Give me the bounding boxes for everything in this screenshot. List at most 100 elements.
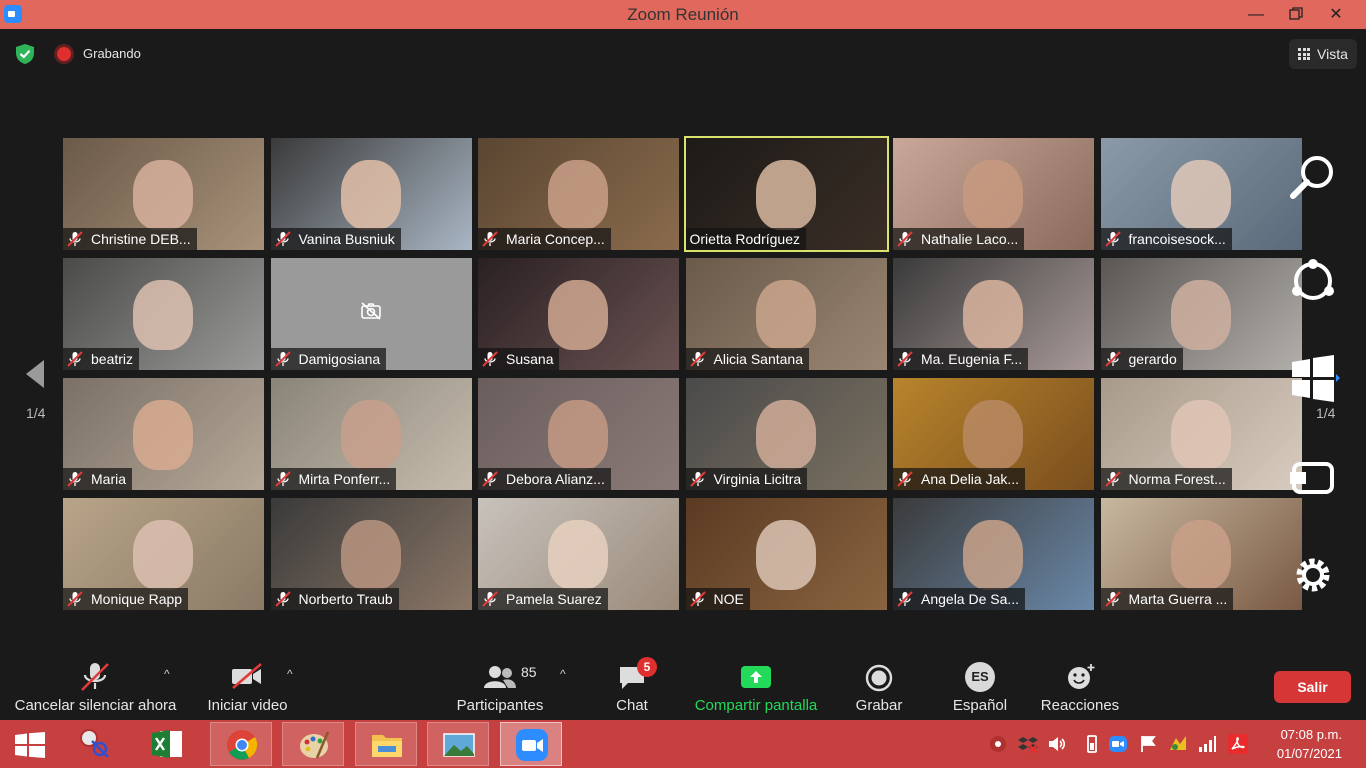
- taskbar-chrome-app[interactable]: [210, 722, 272, 766]
- participant-face: [133, 160, 193, 230]
- taskbar-clock[interactable]: 07:08 p.m. 01/07/2021: [1262, 725, 1342, 763]
- video-options-caret-icon[interactable]: ^: [287, 667, 293, 681]
- taskbar-photos-app[interactable]: [427, 722, 489, 766]
- network-utility-tray-icon[interactable]: [1168, 734, 1188, 754]
- close-window-button[interactable]: ✕: [1316, 0, 1356, 29]
- participant-name-bar: NOE: [685, 588, 750, 610]
- participant-video-tile[interactable]: Ana Delia Jak...: [893, 378, 1094, 490]
- maximize-button[interactable]: [1276, 0, 1316, 29]
- participant-name-bar: Mirta Ponferr...: [270, 468, 397, 490]
- signal-strength-icon[interactable]: [1197, 734, 1217, 754]
- grid-icon: [1298, 48, 1310, 60]
- muted-microphone-icon: [67, 351, 83, 367]
- previous-page-arrow-icon[interactable]: [24, 358, 46, 390]
- unmute-button[interactable]: Cancelar silenciar ahora: [8, 655, 183, 720]
- participant-video-tile[interactable]: Virginia Licitra: [685, 378, 887, 490]
- participant-video-tile[interactable]: Debora Alianz...: [478, 378, 679, 490]
- participant-video-tile[interactable]: Maria: [63, 378, 264, 490]
- participant-video-tile[interactable]: Ma. Eugenia F...: [893, 258, 1094, 370]
- participant-name: Damigosiana: [298, 351, 381, 367]
- window-title: Zoom Reunión: [627, 5, 739, 24]
- taskbar-zoom-app[interactable]: [500, 722, 562, 766]
- dropbox-tray-icon[interactable]: [1018, 734, 1038, 754]
- muted-microphone-icon: [482, 351, 498, 367]
- language-code: ES: [965, 662, 995, 692]
- participant-video-tile[interactable]: Damigosiana: [270, 258, 472, 370]
- taskbar-paint-tool-app[interactable]: [64, 722, 126, 766]
- participant-video-tile[interactable]: Susana: [478, 258, 679, 370]
- participant-name: Ana Delia Jak...: [921, 471, 1020, 487]
- participant-name: Marta Guerra ...: [1128, 591, 1228, 607]
- battery-tray-icon[interactable]: [1082, 734, 1102, 754]
- participant-video-tile[interactable]: Alicia Santana: [685, 258, 887, 370]
- meeting-toolbar: Cancelar silenciar ahora ^ Iniciar video…: [0, 655, 1366, 720]
- participant-name-bar: Vanina Busniuk: [270, 228, 401, 250]
- participant-video-tile[interactable]: Nathalie Laco...: [893, 138, 1094, 250]
- participant-video-tile[interactable]: Mirta Ponferr...: [270, 378, 472, 490]
- participant-video-tile[interactable]: Monique Rapp: [63, 498, 264, 610]
- participant-name: Orietta Rodríguez: [689, 231, 801, 247]
- participant-video-tile[interactable]: gerardo: [1100, 258, 1302, 370]
- recording-indicator-icon[interactable]: [57, 47, 71, 61]
- reactions-button[interactable]: Reacciones: [1037, 655, 1123, 720]
- recording-label: Grabando: [83, 46, 141, 61]
- action-center-flag-icon[interactable]: [1138, 734, 1158, 754]
- record-button[interactable]: Grabar: [849, 655, 909, 720]
- participant-face: [133, 400, 193, 470]
- language-button[interactable]: ES Español: [945, 655, 1015, 720]
- share-screen-button[interactable]: Compartir pantalla: [688, 655, 824, 720]
- muted-microphone-icon: [274, 231, 291, 247]
- muted-microphone-icon: [689, 471, 706, 487]
- participant-video-tile[interactable]: Marta Guerra ...: [1100, 498, 1302, 610]
- participant-video-tile[interactable]: NOE: [685, 498, 887, 610]
- participant-video-tile[interactable]: beatriz: [63, 258, 264, 370]
- zoom-tray-icon[interactable]: [1108, 734, 1128, 754]
- windows-logo-icon[interactable]: [1286, 352, 1340, 406]
- participant-video-tile[interactable]: Christine DEB...: [63, 138, 264, 250]
- chat-unread-badge: 5: [637, 657, 657, 677]
- sync-circle-icon[interactable]: [1286, 254, 1340, 308]
- taskbar-file-explorer-app[interactable]: [355, 722, 417, 766]
- settings-gear-icon[interactable]: [1286, 548, 1340, 602]
- screen-frame-icon[interactable]: [1286, 452, 1340, 506]
- participant-video-tile[interactable]: francoisesock...: [1100, 138, 1302, 250]
- muted-microphone-icon: [689, 591, 706, 607]
- participant-name-bar: Maria Concep...: [478, 228, 611, 250]
- participant-video-tile[interactable]: Angela De Sa...: [893, 498, 1094, 610]
- taskbar-excel-app[interactable]: [136, 722, 198, 766]
- participant-name-bar: francoisesock...: [1100, 228, 1232, 250]
- participant-video-tile[interactable]: Pamela Suarez: [478, 498, 679, 610]
- participants-icon: [484, 666, 516, 688]
- leave-meeting-button[interactable]: Salir: [1274, 671, 1351, 703]
- participants-button[interactable]: 85 Participantes: [450, 655, 550, 720]
- participant-name-bar: Marta Guerra ...: [1100, 588, 1234, 610]
- participants-options-caret-icon[interactable]: ^: [560, 667, 566, 681]
- participant-name: NOE: [713, 591, 744, 607]
- antivirus-tray-icon[interactable]: [988, 734, 1008, 754]
- participant-face: [548, 160, 608, 230]
- windows-start-icon[interactable]: [14, 732, 46, 758]
- magnifier-icon[interactable]: [1286, 150, 1340, 204]
- muted-microphone-icon: [482, 591, 498, 607]
- participant-name-bar: Norma Forest...: [1100, 468, 1232, 490]
- participant-name-bar: Norberto Traub: [270, 588, 399, 610]
- participant-name: Christine DEB...: [91, 231, 191, 247]
- taskbar-paint-app[interactable]: [282, 722, 344, 766]
- participant-face: [1170, 280, 1231, 350]
- chat-button[interactable]: 5 Chat: [605, 655, 659, 720]
- participant-video-tile[interactable]: Orietta Rodríguez: [683, 136, 889, 252]
- security-shield-icon[interactable]: [14, 43, 36, 65]
- participant-video-tile[interactable]: Maria Concep...: [478, 138, 679, 250]
- minimize-button[interactable]: —: [1236, 0, 1276, 29]
- start-video-button[interactable]: Iniciar video: [200, 655, 295, 720]
- microphone-muted-icon: [81, 663, 109, 691]
- participant-video-tile[interactable]: Norma Forest...: [1100, 378, 1302, 490]
- participant-name: Debora Alianz...: [506, 471, 605, 487]
- acrobat-tray-icon[interactable]: [1228, 734, 1248, 754]
- participant-video-tile[interactable]: Vanina Busniuk: [270, 138, 472, 250]
- volume-tray-icon[interactable]: [1047, 734, 1067, 754]
- audio-options-caret-icon[interactable]: ^: [164, 667, 170, 681]
- view-button[interactable]: Vista: [1289, 39, 1357, 69]
- muted-microphone-icon: [897, 471, 913, 487]
- participant-video-tile[interactable]: Norberto Traub: [270, 498, 472, 610]
